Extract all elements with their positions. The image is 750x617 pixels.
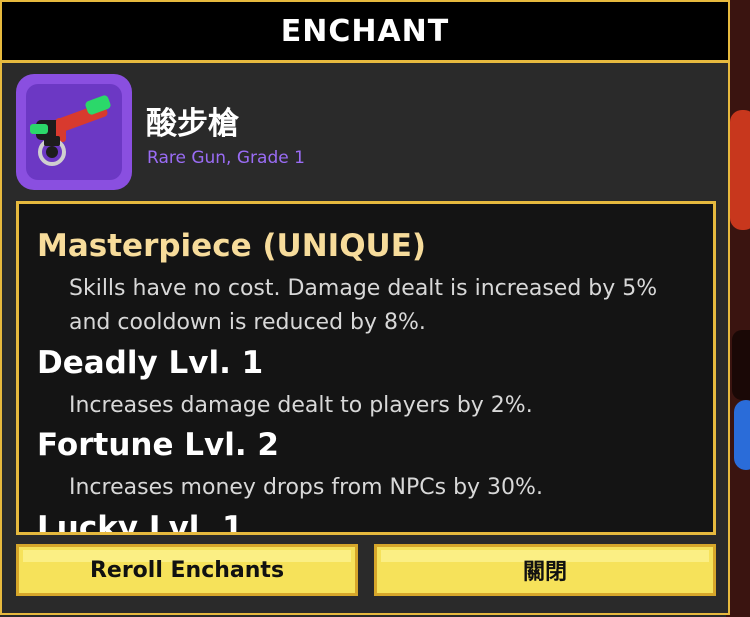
reroll-button-label: Reroll Enchants (89, 557, 285, 583)
enchant-title-fortune: Fortune Lvl. 2 (37, 427, 280, 463)
enchant-list[interactable]: Masterpiece (UNIQUE) Skills have no cost… (16, 201, 716, 535)
background-shape (734, 400, 750, 470)
reroll-enchants-button[interactable]: Reroll Enchants (16, 544, 358, 596)
title-bar: ENCHANT (2, 2, 728, 63)
background-shape (730, 110, 750, 230)
background-shape (732, 330, 750, 400)
enchant-desc-line: and cooldown is reduced by 8%. (69, 310, 426, 335)
item-icon-frame (16, 74, 132, 190)
enchant-panel: ENCHANT 酸步槍 Rare Gun, Grade 1 Masterpiec… (0, 0, 730, 615)
window-title: ENCHANT (280, 13, 450, 49)
enchant-desc-line: Increases damage dealt to players by 2%. (69, 393, 533, 418)
enchant-title-lucky: Lucky Lvl. 1 (37, 510, 244, 535)
enchant-title-masterpiece: Masterpiece (UNIQUE) (37, 228, 427, 264)
item-name: 酸步槍 (146, 106, 239, 142)
acid-rifle-icon (30, 95, 111, 166)
enchant-desc-line: Increases money drops from NPCs by 30%. (69, 475, 543, 500)
close-button[interactable]: 關閉 (374, 544, 716, 596)
close-button-label: 關閉 (522, 560, 567, 585)
item-icon-background (26, 84, 122, 180)
item-rarity-grade: Rare Gun, Grade 1 (147, 148, 305, 168)
enchant-desc-line: Skills have no cost. Damage dealt is inc… (69, 276, 658, 301)
enchant-title-deadly: Deadly Lvl. 1 (37, 345, 264, 381)
